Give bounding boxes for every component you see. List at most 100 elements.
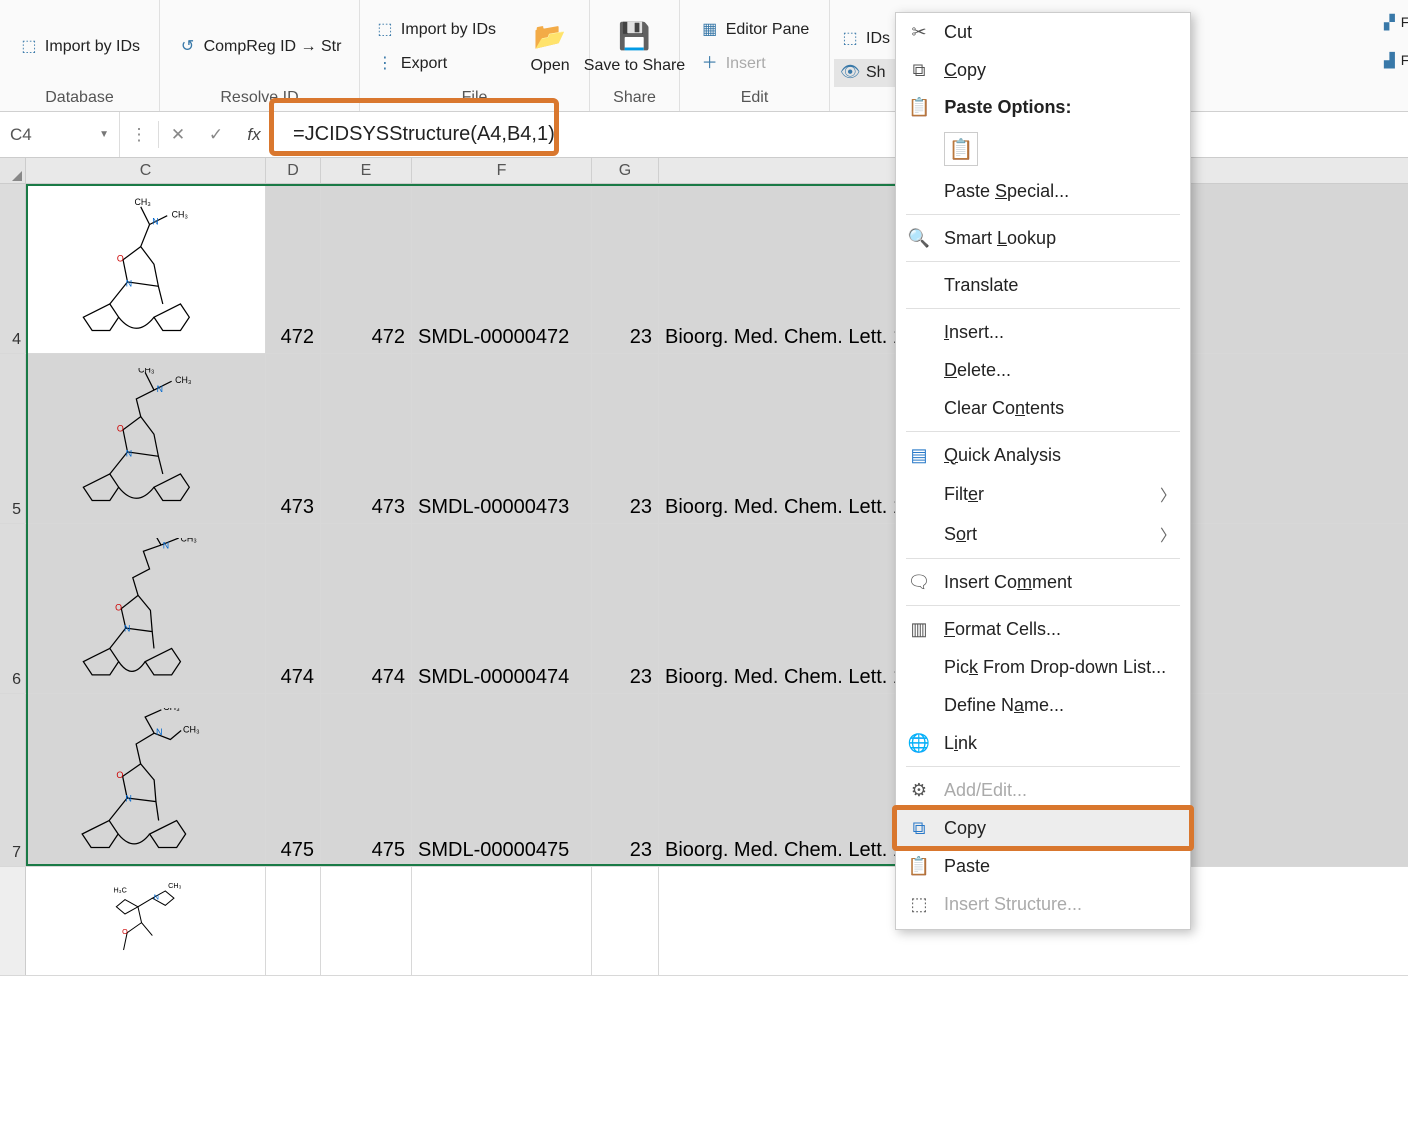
cm-format-cells[interactable]: ▥ Format Cells... xyxy=(896,610,1190,648)
cm-define-name[interactable]: Define Name... xyxy=(896,686,1190,724)
import-by-ids-button[interactable]: ⬚ Import by IDs xyxy=(13,33,146,61)
cell-e[interactable] xyxy=(321,867,412,975)
cell-f[interactable] xyxy=(412,867,592,975)
cell-e[interactable]: 473 xyxy=(321,354,412,523)
table-row: H₃C CH₃ O N xyxy=(0,866,1408,976)
import-icon: ⬚ xyxy=(375,20,395,40)
cell-e[interactable]: 474 xyxy=(321,524,412,693)
row-number[interactable]: 6 xyxy=(0,524,26,693)
cm-smart-lookup[interactable]: 🔍 Smart Lookup xyxy=(896,219,1190,257)
chevron-down-icon: ▼ xyxy=(99,129,109,140)
ids-button[interactable]: ⬚ IDs xyxy=(834,25,896,53)
name-box[interactable]: C4 ▼ xyxy=(0,112,120,157)
compreg-id-button[interactable]: ↺ CompReg ID → Str xyxy=(172,33,348,61)
cm-link[interactable]: 🌐 Link xyxy=(896,724,1190,762)
structure-cell[interactable]: H₃C CH₃ O N xyxy=(26,867,266,975)
blank-icon xyxy=(908,180,930,202)
separator xyxy=(906,214,1180,215)
accept-formula-button[interactable]: ✓ xyxy=(197,112,235,157)
cell-d[interactable]: 472 xyxy=(266,184,321,353)
row-number[interactable] xyxy=(0,867,26,975)
cell-d[interactable]: 475 xyxy=(266,694,321,866)
copy-icon: ⧉ xyxy=(908,817,930,839)
row-number[interactable]: 4 xyxy=(0,184,26,353)
cell-g[interactable]: 23 xyxy=(592,184,659,353)
show-button[interactable]: 👁 Sh xyxy=(834,59,896,87)
ribbon-group-label: Share xyxy=(613,89,656,109)
cell-f[interactable]: SMDL-00000474 xyxy=(412,524,592,693)
select-all-corner[interactable] xyxy=(0,158,26,183)
cm-cut[interactable]: ✂ Cut xyxy=(896,13,1190,51)
cm-copy[interactable]: ⧉ Copy xyxy=(896,51,1190,89)
editor-pane-button[interactable]: ▦ Editor Pane xyxy=(694,16,816,44)
chevron-right-icon: 〉 xyxy=(1160,482,1176,506)
row-number[interactable]: 7 xyxy=(0,694,26,866)
structure-cell[interactable]: CH₃ CH₃ O N N xyxy=(26,524,266,693)
from-button-2[interactable]: ▟Fro xyxy=(1378,46,1406,74)
cm-filter[interactable]: Filter 〉 xyxy=(896,474,1190,514)
cancel-formula-button[interactable]: ✕ xyxy=(159,112,197,157)
col-head-c[interactable]: C xyxy=(26,158,266,183)
cm-sort[interactable]: Sort 〉 xyxy=(896,514,1190,554)
cell-f[interactable]: SMDL-00000473 xyxy=(412,354,592,523)
svg-text:CH₃: CH₃ xyxy=(163,708,180,712)
cell-g[interactable]: 23 xyxy=(592,524,659,693)
spreadsheet-grid: C D E F G H 4 xyxy=(0,158,1408,976)
cell-d[interactable] xyxy=(266,867,321,975)
col-head-f[interactable]: F xyxy=(412,158,592,183)
cm-insert-comment[interactable]: 🗨 Insert Comment xyxy=(896,563,1190,601)
svg-text:CH₃: CH₃ xyxy=(181,538,198,544)
svg-text:O: O xyxy=(117,423,124,433)
export-button[interactable]: ⋮ Export xyxy=(369,50,502,78)
open-label: Open xyxy=(530,57,569,75)
col-head-g[interactable]: G xyxy=(592,158,659,183)
formula-options-button[interactable]: ⋮ xyxy=(120,112,158,157)
cm-quick-analysis[interactable]: ▤ Quick Analysis xyxy=(896,436,1190,474)
open-button[interactable]: 📂 Open xyxy=(520,15,580,79)
cell-g[interactable]: 23 xyxy=(592,354,659,523)
ribbon-group-share: 💾 Save to Share Share xyxy=(590,0,680,111)
cm-paste-options-header: 📋 Paste Options: xyxy=(896,89,1190,126)
svg-text:N: N xyxy=(126,794,133,804)
cm-pick-from-list[interactable]: Pick From Drop-down List... xyxy=(896,648,1190,686)
cell-e[interactable]: 475 xyxy=(321,694,412,866)
paste-default-button[interactable]: 📋 xyxy=(944,132,978,166)
cm-delete[interactable]: Delete... xyxy=(896,351,1190,389)
svg-text:O: O xyxy=(122,927,128,936)
structure-cell[interactable]: CH₃ CH₃ O N N xyxy=(26,354,266,523)
svg-text:N: N xyxy=(163,540,169,550)
cm-paste-structure[interactable]: 📋 Paste xyxy=(896,847,1190,885)
cm-copy-structure[interactable]: ⧉ Copy xyxy=(896,809,1190,847)
row-number[interactable]: 5 xyxy=(0,354,26,523)
svg-text:H₃C: H₃C xyxy=(114,885,127,894)
table-row: 4 CH₃ CH₃ O N N xyxy=(0,184,1408,354)
formula-input[interactable]: =JCIDSYSStructure(A4,B4,1) xyxy=(273,112,1408,157)
from-button-1[interactable]: ▞Fro xyxy=(1378,8,1406,36)
ribbon-group-label: Database xyxy=(45,89,114,109)
cut-icon: ✂ xyxy=(908,21,930,43)
ribbon-group-structure: ⬚ IDs 👁 Sh xyxy=(830,0,900,111)
svg-text:O: O xyxy=(117,253,124,263)
save-to-share-button[interactable]: 💾 Save to Share xyxy=(574,15,695,79)
structure-cell[interactable]: CH₃ CH₃ O N N xyxy=(26,694,266,866)
cm-paste-special[interactable]: Paste Special... xyxy=(896,172,1190,210)
col-head-e[interactable]: E xyxy=(321,158,412,183)
separator xyxy=(906,308,1180,309)
cell-e[interactable]: 472 xyxy=(321,184,412,353)
cell-d[interactable]: 473 xyxy=(266,354,321,523)
table-row: 6 CH₃ CH₃ O N N xyxy=(0,524,1408,694)
structure-cell[interactable]: CH₃ CH₃ O N N xyxy=(26,184,266,353)
fx-button[interactable]: fx xyxy=(235,112,273,157)
cell-f[interactable]: SMDL-00000472 xyxy=(412,184,592,353)
cell-g[interactable] xyxy=(592,867,659,975)
svg-text:O: O xyxy=(115,602,122,612)
cm-translate[interactable]: Translate xyxy=(896,266,1190,304)
file-import-button[interactable]: ⬚ Import by IDs xyxy=(369,16,502,44)
cm-insert[interactable]: Insert... xyxy=(896,313,1190,351)
cell-g[interactable]: 23 xyxy=(592,694,659,866)
formula-bar: C4 ▼ ⋮ ✕ ✓ fx =JCIDSYSStructure(A4,B4,1) xyxy=(0,112,1408,158)
cm-clear-contents[interactable]: Clear Contents xyxy=(896,389,1190,427)
col-head-d[interactable]: D xyxy=(266,158,321,183)
cell-f[interactable]: SMDL-00000475 xyxy=(412,694,592,866)
cell-d[interactable]: 474 xyxy=(266,524,321,693)
